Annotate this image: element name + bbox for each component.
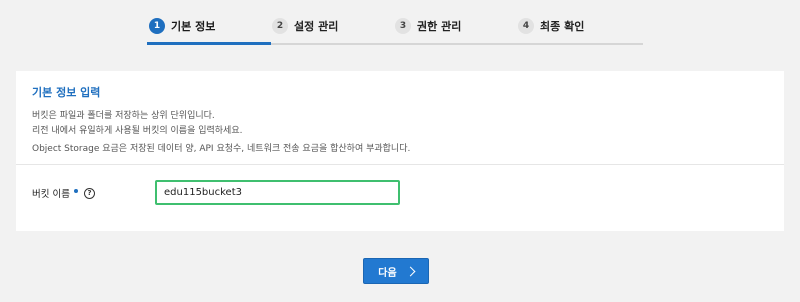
bucket-name-label-text: 버킷 이름 (32, 189, 70, 200)
next-button-label: 다음 (378, 267, 397, 279)
basic-info-card: 기본 정보 입력 버킷은 파일과 폴더를 저장하는 상위 단위입니다. 리전 내… (16, 71, 784, 231)
step-label: 설정 관리 (294, 20, 339, 33)
card-description-line: 리전 내에서 유일하게 사용될 버킷의 이름을 입력하세요. (32, 126, 243, 136)
card-title: 기본 정보 입력 (32, 86, 101, 99)
help-icon[interactable]: ? (83, 187, 95, 199)
step-settings[interactable]: 2 설정 관리 (272, 18, 338, 34)
card-description-line: 버킷은 파일과 폴더를 저장하는 상위 단위입니다. (32, 111, 215, 121)
step-final-review[interactable]: 4 최종 확인 (518, 18, 584, 34)
step-label: 최종 확인 (540, 20, 585, 33)
bucket-name-input[interactable] (155, 180, 400, 205)
chevron-right-icon (405, 266, 416, 276)
step-label: 권한 관리 (417, 20, 462, 33)
card-description-line: Object Storage 요금은 저장된 데이터 양, API 요청수, 네… (32, 144, 411, 154)
stepper: 1 기본 정보 2 설정 관리 3 권한 관리 4 최종 확인 (147, 13, 643, 45)
card-divider (16, 164, 784, 165)
step-number-badge: 4 (518, 18, 534, 34)
stepper-progress-indicator (147, 42, 271, 45)
step-basic-info[interactable]: 1 기본 정보 (149, 18, 215, 34)
bucket-name-label: 버킷 이름 ? (32, 186, 95, 200)
step-number-badge: 2 (272, 18, 288, 34)
next-button[interactable]: 다음 (363, 258, 429, 284)
step-number-badge: 3 (395, 18, 411, 34)
step-permissions[interactable]: 3 권한 관리 (395, 18, 461, 34)
step-number-badge: 1 (149, 18, 165, 34)
step-label: 기본 정보 (171, 20, 216, 33)
required-indicator-icon (73, 188, 78, 193)
